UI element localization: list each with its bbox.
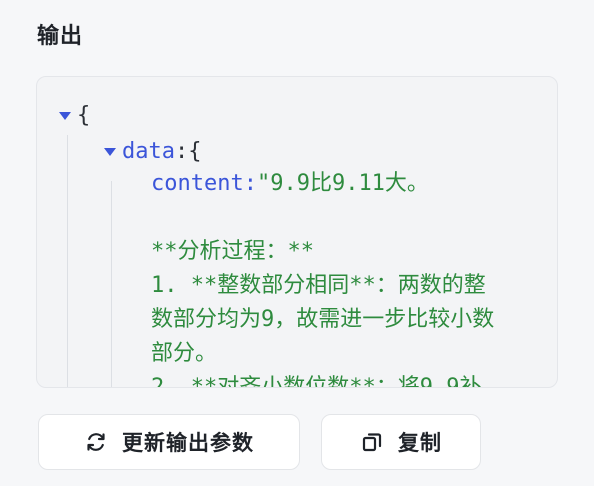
json-root-row: { [59, 103, 90, 128]
content-line [151, 201, 551, 235]
root-open-brace: { [77, 103, 91, 128]
data-indent-guide [111, 181, 112, 387]
copy-label: 复制 [398, 431, 442, 455]
json-viewer[interactable]: { data:{ content:"9.9比9.11大。 **分析过程：** 1… [36, 76, 558, 388]
content-line: 数部分均为9，故需进一步比较小数 [151, 307, 495, 332]
content-value: content:"9.9比9.11大。 **分析过程：** 1. **整数部分相… [151, 167, 551, 388]
json-data-row: data:{ [104, 139, 201, 164]
copy-button[interactable]: 复制 [321, 414, 481, 470]
root-indent-guide [67, 135, 68, 387]
data-key: data [122, 139, 175, 164]
refresh-icon [84, 430, 108, 454]
content-line: content:"9.9比9.11大。 [151, 171, 429, 196]
update-output-params-button[interactable]: 更新输出参数 [38, 414, 300, 470]
content-line: **分析过程：** [151, 239, 314, 264]
content-line: 1. **整数部分相同**：两数的整 [151, 273, 486, 298]
data-colon-brace: :{ [174, 139, 202, 164]
output-page: 输出 { data:{ content:"9.9比9.11大。 **分析过程：*… [0, 0, 594, 486]
output-title: 输出 [37, 24, 84, 49]
copy-icon [360, 430, 384, 454]
update-output-params-label: 更新输出参数 [122, 431, 254, 455]
content-line: 部分。 [151, 341, 218, 366]
content-key: content: [151, 171, 257, 196]
collapse-root-caret-icon[interactable] [59, 111, 71, 120]
collapse-data-caret-icon[interactable] [104, 147, 116, 156]
content-line: 2. **对齐小数位数**：将9.9补 [151, 375, 482, 388]
